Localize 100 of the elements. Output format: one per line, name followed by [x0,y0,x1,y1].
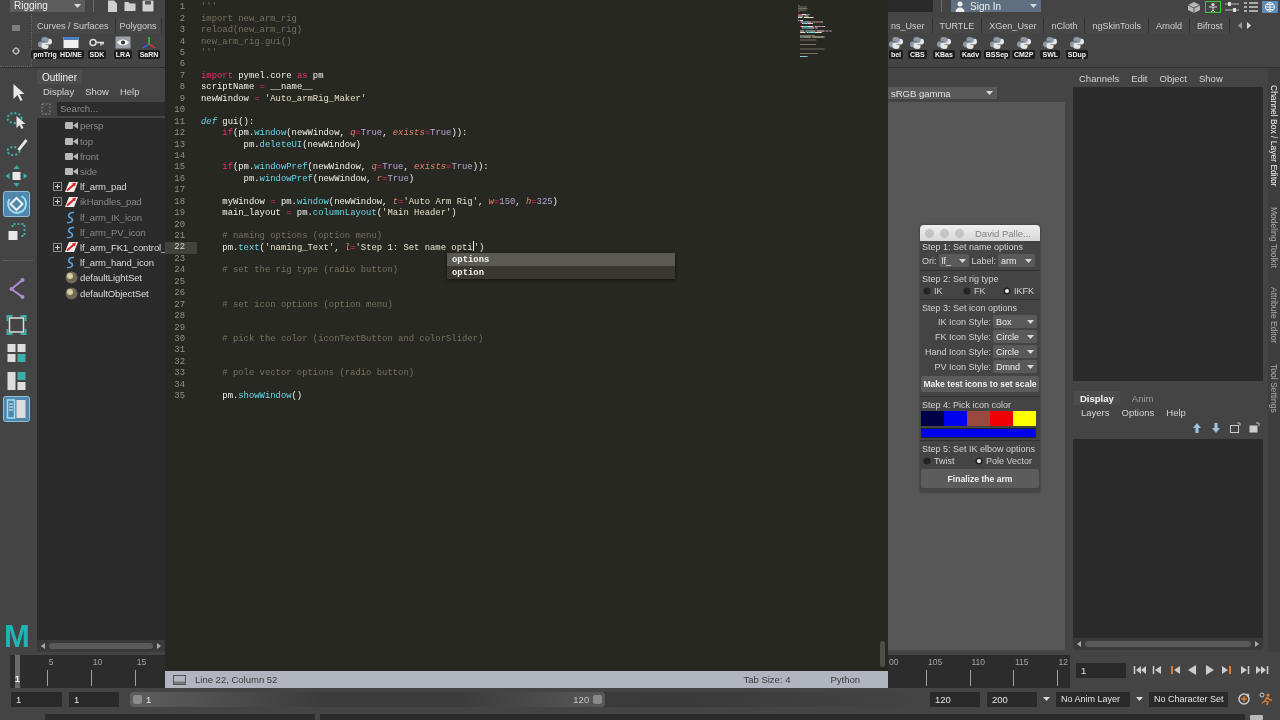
code-line[interactable]: def gui(): [201,116,255,129]
radio-icon[interactable] [1003,287,1011,295]
scrollbar-thumb[interactable] [880,641,885,667]
up-arrow-icon[interactable] [1191,422,1203,434]
radio-option[interactable]: FK [963,286,1003,296]
code-line[interactable]: newWindow = 'Auto_armRig_Maker' [201,93,367,106]
menu-item[interactable]: Help [1166,406,1186,418]
push-button[interactable]: Make test icons to set scale [921,376,1039,392]
radio-icon[interactable] [923,457,931,465]
autocomplete-item[interactable]: options [447,253,675,266]
rotate-icon[interactable] [3,191,30,217]
code-line[interactable]: myWindow = pm.window(newWindow, t='Auto Arm Rig', w=150, h=325) [201,196,558,209]
option-menu[interactable]: Box [993,315,1037,328]
radio-option[interactable]: Pole Vector [975,456,1033,466]
move-arrows-icon[interactable] [3,163,30,189]
radio-icon[interactable] [923,287,931,295]
autocomplete-item[interactable]: option [447,266,675,279]
slider-handle[interactable] [593,694,603,704]
running-figure-icon[interactable] [1258,692,1273,706]
globe-icon[interactable] [1262,1,1278,13]
menu-item[interactable]: Layers [1081,406,1110,418]
circular-arrows-icon[interactable] [1236,692,1251,706]
scroll-right-icon[interactable] [1247,22,1252,29]
color-swatch[interactable] [967,411,990,426]
plus-box-icon[interactable] [53,197,62,207]
menu-set-dropdown[interactable]: Rigging [10,0,85,12]
code-line[interactable]: if(pm.window(newWindow, q=True, exists=True)): [201,128,468,140]
menu-item[interactable]: Edit [1131,72,1148,84]
sliders-icon[interactable] [1224,1,1240,13]
skip-to-end-icon[interactable] [1255,665,1270,675]
code-line[interactable]: pm.deleteUI(newWindow) [201,139,361,151]
scroll-left-icon[interactable] [1077,641,1081,647]
tab-size[interactable]: Tab Size: 4 [743,674,791,685]
code-line[interactable]: pm.showWindow() [201,391,303,403]
panel-tab[interactable]: Outliner [37,70,82,84]
scroll-left-icon[interactable] [41,643,45,649]
menu-item[interactable]: Options [1121,406,1155,418]
code-line[interactable]: main_layout = pm.columnLayout('Main Header') [201,208,457,220]
start-frame-field[interactable]: 1 [11,691,62,707]
option-menu[interactable]: Circle [993,330,1037,343]
end-frame-field[interactable]: 200 [987,691,1037,707]
playback-end-field[interactable]: 120 [930,691,980,707]
panel-tab[interactable]: Anim [1125,391,1160,405]
current-frame-field[interactable]: 1 [1076,662,1126,678]
option-menu[interactable]: Dmnd [993,360,1037,373]
outliner-item[interactable]: ikHandles_pad [80,196,142,208]
outliner-item[interactable]: lf_arm_hand_icon [80,257,154,269]
code-line[interactable]: pm.windowPref(newWindow, r=True) [201,173,415,186]
syntax-mode[interactable]: Python [830,674,860,685]
color-swatch[interactable] [1013,411,1036,426]
radio-icon[interactable] [963,287,971,295]
plus-box-icon[interactable] [53,182,62,192]
push-button[interactable]: Finalize the arm [921,469,1039,488]
down-arrow-icon[interactable] [1210,422,1222,434]
file-icon[interactable] [106,0,118,12]
panel-tab[interactable]: Display [1074,391,1120,405]
option-menu[interactable]: lf_ [938,254,969,267]
range-slider[interactable]: 1 120 [130,691,606,707]
settings-icon[interactable] [11,47,20,55]
radio-option[interactable]: IKFK [1003,286,1043,296]
playback-start-field[interactable]: 1 [69,691,119,707]
side-tab[interactable]: Attribute Editor [1269,287,1279,344]
filled-square-icon[interactable] [1248,422,1260,434]
scroll-right-icon[interactable] [1255,641,1259,647]
panel-icon[interactable] [173,674,186,685]
cube-icon[interactable] [1186,1,1202,13]
framed-figure-icon[interactable] [1205,1,1221,13]
menu-icon[interactable] [11,25,20,31]
search-field[interactable]: Search... [57,101,165,116]
outliner-item[interactable]: lf_arm_FK1_control_ [80,242,167,253]
color-swatch[interactable] [944,411,967,426]
slider-handle[interactable] [133,694,142,704]
input-field[interactable] [888,0,933,12]
command-field[interactable] [45,714,315,720]
outliner-item[interactable]: top [80,135,93,147]
horizontal-scrollbar[interactable] [1073,638,1263,650]
menu-item[interactable]: Object [1159,72,1187,84]
option-menu[interactable]: arm [998,254,1036,267]
side-tab[interactable]: Modeling Toolkit [1269,206,1279,268]
folder-icon[interactable] [124,0,136,12]
radio-icon[interactable] [975,457,983,465]
outliner-item[interactable]: lf_arm_IK_icon [80,211,142,223]
list-icon[interactable] [1243,1,1259,13]
radio-option[interactable]: Twist [923,456,975,466]
side-tab[interactable]: Tool Settings [1269,363,1279,413]
side-tab[interactable]: Channel Box / Layer Editor [1269,85,1279,187]
radio-option[interactable]: IK [923,286,963,296]
scroll-right-icon[interactable] [157,643,161,649]
color-slider[interactable] [921,428,1036,438]
menu-item[interactable]: Channels [1079,72,1120,84]
outliner-item[interactable]: defaultObjectSet [80,287,149,299]
color-space-dropdown[interactable]: sRGB gamma [888,87,997,99]
outliner-item[interactable]: side [80,166,98,178]
outliner-item[interactable]: lf_arm_pad [80,181,127,193]
code-line[interactable]: if(pm.windowPref(newWindow, q=True, exists=True)): [201,162,489,174]
scroll-left-icon[interactable] [1238,22,1243,29]
menu-item[interactable]: Help [119,86,140,97]
skip-to-start-icon[interactable] [1132,665,1147,675]
outliner-item[interactable]: persp [80,120,104,132]
outliner-item[interactable]: defaultLightSet [80,272,142,284]
